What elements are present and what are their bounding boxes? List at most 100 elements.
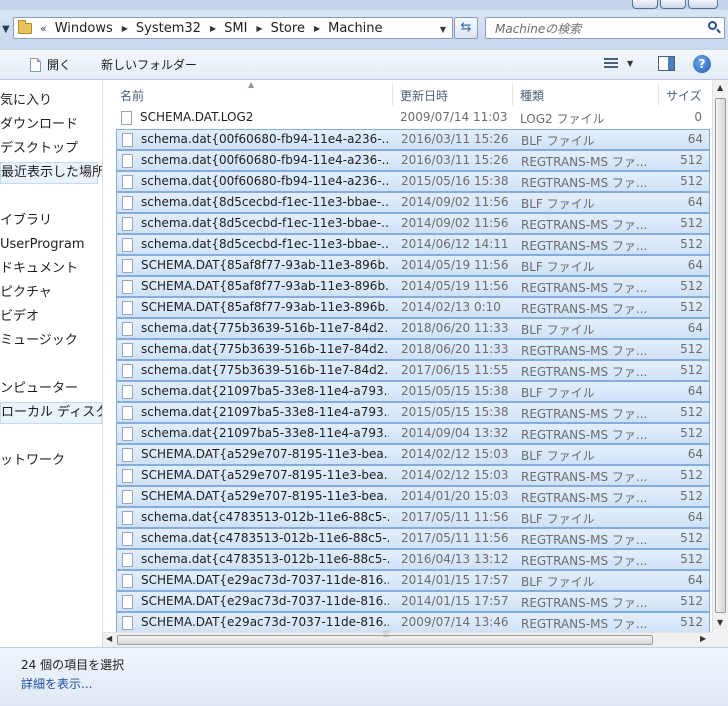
chevron-right-icon[interactable]: ▶	[210, 24, 216, 33]
nav-item-downloads[interactable]: ダウンロード	[0, 114, 78, 136]
file-row[interactable]: schema.dat{c4783513-012b-11e6-88c5-... 20…	[116, 549, 710, 570]
breadcrumb-smi[interactable]: SMI	[224, 21, 247, 36]
file-row[interactable]: SCHEMA.DAT{e29ac73d-7037-11de-816... 2014…	[116, 570, 710, 591]
column-type[interactable]: 種類	[520, 87, 544, 104]
back-arrow-icon[interactable]: ▼	[2, 24, 10, 35]
nav-item-desktop[interactable]: デスクトップ	[0, 138, 78, 160]
search-icon[interactable]	[708, 21, 717, 30]
scroll-left-icon[interactable]: ◀	[106, 634, 112, 643]
nav-item-favorites[interactable]: 気に入り	[0, 90, 52, 112]
file-icon	[122, 427, 133, 441]
file-date: 2018/06/20 11:33	[401, 342, 509, 356]
chevron-down-icon[interactable]: ▼	[440, 25, 446, 34]
file-size: 512	[680, 300, 703, 314]
scroll-down-icon[interactable]: ▼	[717, 618, 723, 627]
file-row[interactable]: schema.dat{c4783513-012b-11e6-88c5-... 20…	[116, 528, 710, 549]
scroll-up-icon[interactable]: ▲	[717, 83, 723, 92]
file-icon	[122, 511, 133, 525]
nav-item-recent-places[interactable]: 最近表示した場所	[0, 162, 102, 184]
file-row[interactable]: SCHEMA.DAT{e29ac73d-7037-11de-816... 2009…	[116, 612, 710, 633]
file-size: 64	[687, 195, 703, 209]
column-name[interactable]: 名前	[120, 87, 144, 104]
file-row[interactable]: SCHEMA.DAT{a529e707-8195-11e3-bea... 2014…	[116, 486, 710, 507]
file-row[interactable]: schema.dat{21097ba5-33e8-11e4-a793... 201…	[116, 402, 710, 423]
breadcrumb-store[interactable]: Store	[271, 21, 305, 36]
nav-item-music[interactable]: ミュージック	[0, 330, 78, 352]
file-row[interactable]: schema.dat{8d5cecbd-f1ec-11e3-bbae-... 20…	[116, 192, 710, 213]
file-type: BLF ファイル	[521, 197, 595, 211]
close-button[interactable]	[688, 0, 718, 9]
scroll-right-icon[interactable]: ▶	[700, 634, 706, 643]
maximize-button[interactable]	[660, 0, 686, 9]
file-row[interactable]: schema.dat{775b3639-516b-11e7-84d2... 201…	[116, 318, 710, 339]
breadcrumb-system32[interactable]: System32	[136, 21, 201, 36]
file-icon	[122, 217, 133, 231]
file-row[interactable]: schema.dat{775b3639-516b-11e7-84d2... 201…	[116, 360, 710, 381]
file-row[interactable]: schema.dat{00f60680-fb94-11e4-a236-... 20…	[116, 171, 710, 192]
open-button[interactable]: 開く	[30, 56, 71, 73]
file-row[interactable]: SCHEMA.DAT.LOG2 2009/07/14 11:03 LOG2 ファイル…	[116, 108, 710, 129]
file-row[interactable]: schema.dat{21097ba5-33e8-11e4-a793... 201…	[116, 423, 710, 444]
file-name: schema.dat{775b3639-516b-11e7-84d2...	[141, 363, 389, 377]
column-date[interactable]: 更新日時	[400, 87, 448, 104]
breadcrumb-overflow[interactable]: «	[40, 22, 47, 35]
nav-item-network[interactable]: ットワーク	[0, 450, 65, 472]
file-size: 512	[680, 153, 703, 167]
nav-item-local-disk[interactable]: ローカル ディスク (	[0, 402, 102, 424]
nav-item-userprogram[interactable]: UserProgram	[0, 234, 84, 256]
search-input[interactable]	[493, 19, 697, 39]
new-folder-button[interactable]: 新しいフォルダー	[101, 56, 197, 73]
nav-item-libraries[interactable]: イブラリ	[0, 210, 52, 232]
file-row[interactable]: schema.dat{775b3639-516b-11e7-84d2... 201…	[116, 339, 710, 360]
file-icon	[122, 133, 133, 147]
minimize-button[interactable]	[632, 0, 658, 9]
search-box[interactable]	[485, 17, 725, 39]
file-row[interactable]: SCHEMA.DAT{e29ac73d-7037-11de-816... 2014…	[116, 591, 710, 612]
address-bar[interactable]: « Windows ▶ System32 ▶ SMI ▶ Store ▶ Mac…	[13, 17, 453, 39]
file-date: 2014/05/19 11:56	[401, 279, 509, 293]
column-divider[interactable]	[512, 82, 513, 106]
breadcrumb-windows[interactable]: Windows	[55, 21, 113, 36]
nav-item-documents[interactable]: ドキュメント	[0, 258, 78, 280]
chevron-right-icon[interactable]: ▶	[314, 24, 320, 33]
file-name: SCHEMA.DAT{85af8f77-93ab-11e3-896b...	[141, 279, 389, 293]
help-icon[interactable]: ?	[693, 55, 711, 73]
file-type: REGTRANS-MS ファ...	[521, 302, 648, 316]
view-options-icon[interactable]	[604, 58, 618, 70]
file-date: 2009/07/14 13:46	[401, 615, 509, 629]
column-divider[interactable]	[392, 82, 393, 106]
nav-item-computer[interactable]: ンピューター	[0, 378, 78, 400]
file-row[interactable]: SCHEMA.DAT{a529e707-8195-11e3-bea... 2014…	[116, 444, 710, 465]
chevron-right-icon[interactable]: ▶	[256, 24, 262, 33]
file-row[interactable]: schema.dat{8d5cecbd-f1ec-11e3-bbae-... 20…	[116, 234, 710, 255]
file-size: 512	[680, 594, 703, 608]
show-details-link[interactable]: 詳細を表示...	[21, 675, 92, 692]
file-row[interactable]: schema.dat{c4783513-012b-11e6-88c5-... 20…	[116, 507, 710, 528]
nav-item-pictures[interactable]: ピクチャ	[0, 282, 52, 304]
file-row[interactable]: SCHEMA.DAT{85af8f77-93ab-11e3-896b... 201…	[116, 297, 710, 318]
file-row[interactable]: schema.dat{21097ba5-33e8-11e4-a793... 201…	[116, 381, 710, 402]
column-divider[interactable]	[658, 82, 659, 106]
chevron-right-icon[interactable]: ▶	[122, 24, 128, 33]
file-name: schema.dat{21097ba5-33e8-11e4-a793...	[141, 384, 389, 398]
vertical-scrollbar[interactable]: ▲ ▼	[712, 80, 728, 632]
column-size[interactable]: サイズ	[666, 87, 702, 104]
file-row[interactable]: schema.dat{00f60680-fb94-11e4-a236-... 20…	[116, 150, 710, 171]
file-row[interactable]: SCHEMA.DAT{85af8f77-93ab-11e3-896b... 201…	[116, 255, 710, 276]
horizontal-scrollbar[interactable]: ◀ ⦙⦙⦙ ▶	[103, 630, 712, 647]
file-row[interactable]: SCHEMA.DAT{85af8f77-93ab-11e3-896b... 201…	[116, 276, 710, 297]
file-type: REGTRANS-MS ファ...	[521, 281, 648, 295]
file-row[interactable]: SCHEMA.DAT{a529e707-8195-11e3-bea... 2014…	[116, 465, 710, 486]
breadcrumb-machine[interactable]: Machine	[328, 21, 382, 36]
vertical-scroll-thumb[interactable]	[715, 98, 726, 613]
nav-item-videos[interactable]: ビデオ	[0, 306, 39, 328]
chevron-down-icon[interactable]: ▼	[627, 59, 633, 68]
file-name: schema.dat{00f60680-fb94-11e4-a236-...	[141, 153, 389, 167]
refresh-button[interactable]: ⇆	[454, 17, 478, 39]
file-date: 2014/02/12 15:03	[401, 447, 509, 461]
file-icon	[122, 553, 133, 567]
file-row[interactable]: schema.dat{00f60680-fb94-11e4-a236-... 20…	[116, 129, 710, 150]
preview-pane-icon[interactable]	[658, 56, 675, 71]
file-date: 2016/04/13 13:12	[401, 552, 509, 566]
file-row[interactable]: schema.dat{8d5cecbd-f1ec-11e3-bbae-... 20…	[116, 213, 710, 234]
